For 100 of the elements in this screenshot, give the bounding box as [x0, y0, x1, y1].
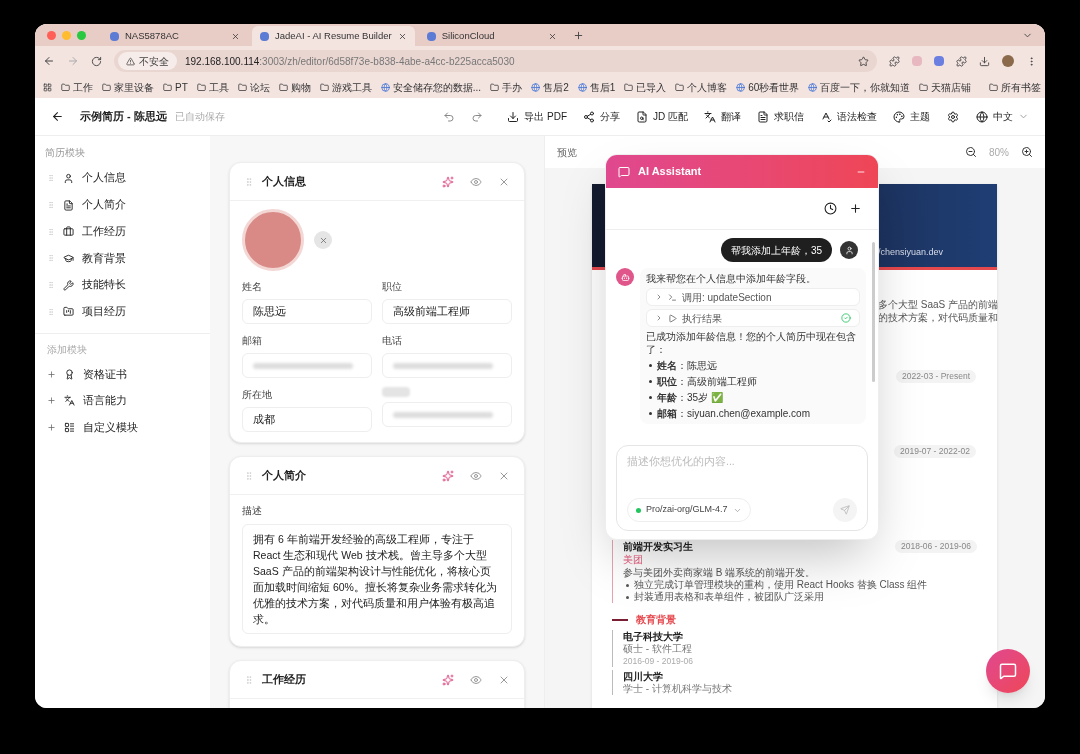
bookmark[interactable]: 百度一下，你就知道: [808, 79, 911, 95]
folder-icon: [61, 82, 70, 92]
bookmark[interactable]: 手办: [490, 79, 523, 95]
remove-avatar-button[interactable]: [314, 231, 332, 249]
input-field[interactable]: 陈思远: [242, 299, 372, 324]
eye-icon[interactable]: [470, 175, 482, 188]
bookmark[interactable]: 个人博客: [675, 79, 728, 95]
reply-text: 已成功添加年龄信息！您的个人简历中现在包含了：: [646, 330, 857, 356]
description-field[interactable]: 拥有 6 年前端开发经验的高级工程师，专注于 React 生态和现代 Web 技术栈。曾主导多个大型 SaaS 产品的前端架构设计与性能优化，将核心页面加载时间缩短 60%。擅长将复杂业务需求转化为优雅的技术方案，对代码质量和用户体验有极高追求。: [242, 524, 512, 634]
browser-tab[interactable]: NAS5878AC: [102, 26, 248, 46]
play-icon: [668, 313, 677, 323]
chat-fab-button[interactable]: [986, 649, 1030, 693]
module-item[interactable]: 技能特长: [35, 271, 210, 299]
add-module-item[interactable]: 资格证书: [35, 361, 210, 388]
bullet-icon: [649, 364, 652, 367]
eye-icon[interactable]: [470, 673, 482, 686]
plus-icon: [47, 369, 56, 379]
toolbar-button[interactable]: 语法检查: [812, 109, 885, 124]
bookmark[interactable]: 所有书签: [989, 79, 1042, 95]
toolbar-button[interactable]: JD 匹配: [628, 109, 696, 124]
apps-icon[interactable]: [43, 82, 52, 92]
address-bar[interactable]: 不安全 192.168.100.114:3003/zh/editor/6d58f73e-b838-4abe-a4cc-b225acca5030: [114, 50, 877, 72]
award-icon: [64, 368, 75, 380]
sparkles-icon[interactable]: [442, 469, 454, 482]
close-icon[interactable]: [547, 31, 557, 41]
close-icon[interactable]: [231, 31, 240, 41]
extensions-icon[interactable]: [956, 55, 967, 67]
bookmark[interactable]: 游戏工具: [319, 79, 372, 95]
history-icon[interactable]: [824, 202, 837, 215]
bookmark-star-icon[interactable]: [858, 55, 869, 67]
field-label: 描述: [242, 504, 263, 518]
toolbar-button[interactable]: 主题: [885, 109, 938, 124]
drag-handle-icon: [47, 174, 55, 183]
bookmark[interactable]: 60秒看世界: [736, 79, 800, 95]
back-icon[interactable]: [51, 110, 64, 123]
toolbar-button[interactable]: 导出 PDF: [499, 109, 575, 124]
reload-icon[interactable]: [91, 55, 102, 67]
sparkles-icon[interactable]: [442, 175, 454, 188]
warning-icon: [126, 56, 135, 66]
folder-icon: [278, 82, 288, 92]
bookmark[interactable]: 天猫店铺: [919, 79, 972, 95]
security-badge[interactable]: 不安全: [118, 52, 177, 70]
sparkles-icon[interactable]: [442, 673, 454, 686]
toolbar-button[interactable]: 翻译: [696, 109, 749, 124]
profile-avatar[interactable]: [1002, 55, 1014, 67]
drag-handle-icon[interactable]: [244, 470, 254, 481]
tool-call-row[interactable]: 执行结果: [646, 309, 860, 327]
site-icon: [260, 31, 269, 41]
bookmark[interactable]: 已导入: [624, 79, 667, 95]
zoom-out-icon[interactable]: [965, 146, 977, 158]
new-chat-icon[interactable]: [849, 202, 862, 215]
input-field[interactable]: 成都: [242, 407, 372, 432]
job-bullet: 封装通用表格和表单组件，被团队广泛采用: [634, 591, 824, 603]
drag-handle-icon[interactable]: [244, 674, 254, 685]
tab-title: NAS5878AC: [125, 28, 180, 43]
browser-tab[interactable]: JadeAI - AI Resume Builder: [252, 26, 415, 46]
tool-call-row[interactable]: 调用: updateSection: [646, 288, 860, 306]
input-field[interactable]: 高级前端工程师: [382, 299, 512, 324]
module-item[interactable]: 教育背景: [35, 245, 210, 272]
message-input-box[interactable]: 描述你想优化的内容... Pro/zai-org/GLM-4.7: [616, 445, 868, 531]
input-field[interactable]: [382, 402, 512, 427]
send-button[interactable]: [833, 498, 857, 522]
module-item[interactable]: 项目经历: [35, 298, 210, 326]
browser-tab[interactable]: SiliconCloud: [418, 26, 565, 46]
module-item[interactable]: 个人信息: [35, 165, 210, 192]
bookmark[interactable]: 工具: [196, 79, 229, 95]
extension-icon[interactable]: [889, 55, 900, 67]
settings-icon[interactable]: [947, 110, 959, 123]
document-icon: [757, 110, 769, 123]
input-field[interactable]: [242, 353, 372, 378]
bookmark[interactable]: 售后1: [577, 79, 616, 95]
add-module-item[interactable]: 语言能力: [35, 387, 210, 415]
download-icon[interactable]: [979, 55, 990, 67]
redo-icon[interactable]: [471, 110, 484, 123]
bookmark[interactable]: 购物: [278, 79, 311, 95]
bookmark[interactable]: PT: [163, 79, 188, 95]
bookmark[interactable]: 售后2: [531, 79, 569, 95]
bookmark[interactable]: 论坛: [237, 79, 270, 95]
toolbar-button[interactable]: 求职信: [749, 109, 812, 124]
bookmark[interactable]: 家里设备: [102, 79, 154, 95]
job-bullet: 独立完成订单管理模块的重构，使用 React Hooks 替换 Class 组件: [634, 579, 928, 591]
drag-handle-icon: [47, 281, 55, 290]
bookmark[interactable]: 安全储存您的数据...: [380, 79, 482, 95]
add-module-item[interactable]: 自定义模块: [35, 414, 210, 441]
bookmark[interactable]: 工作: [61, 79, 93, 95]
language-select[interactable]: 中文: [976, 109, 1029, 124]
input-field[interactable]: [382, 353, 512, 378]
zoom-in-icon[interactable]: [1021, 146, 1033, 158]
new-tab-icon[interactable]: [572, 29, 584, 41]
eye-icon[interactable]: [470, 469, 482, 482]
globe-icon: [531, 82, 541, 92]
toolbar-button[interactable]: 分享: [575, 109, 628, 124]
module-item[interactable]: 个人简介: [35, 191, 210, 219]
extension-icon[interactable]: [934, 56, 944, 66]
list-icon: [64, 421, 75, 433]
school-name: 电子科技大学: [623, 630, 684, 643]
module-item[interactable]: 工作经历: [35, 218, 210, 246]
close-icon[interactable]: [397, 31, 407, 41]
undo-icon[interactable]: [443, 110, 456, 123]
drag-handle-icon[interactable]: [244, 176, 254, 187]
